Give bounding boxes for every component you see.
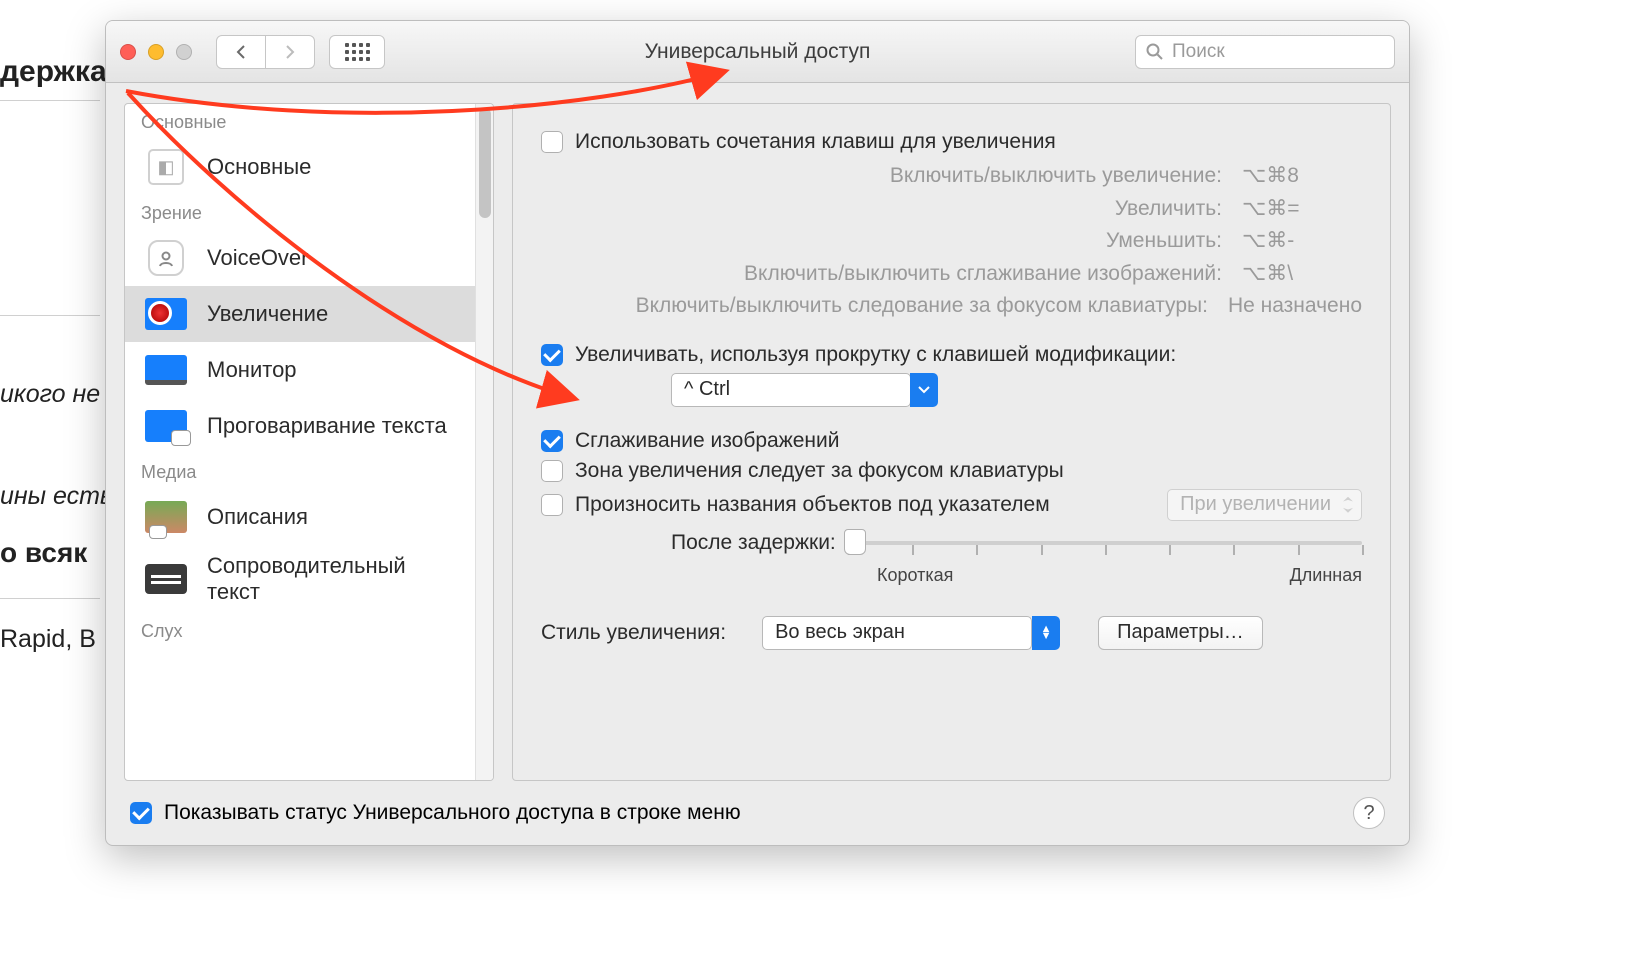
search-icon bbox=[1146, 43, 1164, 61]
sidebar-scrollbar[interactable] bbox=[475, 104, 493, 780]
show-status-label: Показывать статус Универсального доступа… bbox=[164, 801, 741, 825]
background-divider bbox=[0, 315, 100, 316]
smooth-images-label: Сглаживание изображений bbox=[575, 429, 840, 453]
window-title: Универсальный доступ bbox=[645, 40, 871, 64]
nav-buttons bbox=[216, 35, 315, 69]
show-status-checkbox[interactable] bbox=[130, 802, 152, 824]
background-text: Rapid, B bbox=[0, 625, 96, 654]
zoom-style-value: Во весь экран bbox=[775, 621, 905, 644]
delay-label: После задержки: bbox=[671, 531, 836, 555]
captions-icon bbox=[141, 559, 191, 599]
forward-button[interactable] bbox=[265, 35, 315, 69]
window-toolbar: Универсальный доступ Поиск bbox=[106, 21, 1409, 83]
options-button[interactable]: Параметры… bbox=[1098, 616, 1263, 650]
sidebar-item-label: Проговаривание текста bbox=[207, 413, 447, 439]
window-controls bbox=[120, 44, 192, 60]
kb-label: Включить/выключить увеличение: bbox=[541, 160, 1222, 193]
sidebar-category-general: Основные bbox=[125, 104, 475, 139]
sidebar-item-label: Увеличение bbox=[207, 301, 328, 327]
kb-shortcut: Не назначено bbox=[1208, 290, 1362, 323]
scroll-zoom-label: Увеличивать, используя прокрутку с клави… bbox=[575, 343, 1176, 367]
zoom-style-dropdown-button[interactable]: ▲▼ bbox=[1032, 616, 1060, 650]
close-window-button[interactable] bbox=[120, 44, 136, 60]
zoom-icon bbox=[141, 294, 191, 334]
kb-shortcut: ⌥⌘8 bbox=[1222, 160, 1362, 193]
kb-label: Уменьшить: bbox=[541, 225, 1222, 258]
search-field[interactable]: Поиск bbox=[1135, 35, 1395, 69]
modifier-key-value: ^ Ctrl bbox=[684, 378, 730, 401]
background-text: о всяк bbox=[0, 537, 87, 569]
help-button[interactable]: ? bbox=[1353, 797, 1385, 829]
sidebar-item-label: Монитор bbox=[207, 357, 297, 383]
preferences-window: Универсальный доступ Поиск Основные ◧ Ос… bbox=[105, 20, 1410, 846]
use-shortcuts-label: Использовать сочетания клавиш для увелич… bbox=[575, 130, 1056, 154]
speak-when-value: При увеличении bbox=[1180, 493, 1331, 516]
zoom-style-select[interactable]: Во весь экран bbox=[762, 616, 1032, 650]
sidebar-item-label: Описания bbox=[207, 504, 308, 530]
kb-label: Включить/выключить сглаживание изображен… bbox=[541, 258, 1222, 291]
kb-shortcut: ⌥⌘= bbox=[1222, 193, 1362, 226]
background-text: икого не bbox=[0, 380, 100, 409]
descriptions-icon bbox=[141, 497, 191, 537]
sidebar-item-label: Сопроводительный текст bbox=[207, 553, 459, 605]
kb-shortcut: ⌥⌘- bbox=[1222, 225, 1362, 258]
settings-panel: Использовать сочетания клавиш для увелич… bbox=[512, 103, 1391, 781]
modifier-key-dropdown-button[interactable] bbox=[910, 373, 938, 407]
follow-focus-checkbox[interactable] bbox=[541, 460, 563, 482]
kb-shortcut: ⌥⌘\ bbox=[1222, 258, 1362, 291]
display-icon bbox=[141, 350, 191, 390]
delay-slider[interactable] bbox=[848, 527, 1362, 559]
background-divider bbox=[0, 100, 100, 101]
voiceover-icon bbox=[141, 238, 191, 278]
sidebar-category-media: Медиа bbox=[125, 454, 475, 489]
scroll-zoom-checkbox[interactable] bbox=[541, 344, 563, 366]
sidebar-item-label: Основные bbox=[207, 154, 311, 180]
minimize-window-button[interactable] bbox=[148, 44, 164, 60]
sidebar-item-captions[interactable]: Сопроводительный текст bbox=[125, 545, 475, 613]
window-footer: Показывать статус Универсального доступа… bbox=[106, 781, 1409, 845]
zoom-style-label: Стиль увеличения: bbox=[541, 621, 726, 645]
options-button-label: Параметры… bbox=[1117, 621, 1244, 644]
background-text: держка bbox=[0, 55, 107, 89]
sidebar-item-zoom[interactable]: Увеличение bbox=[125, 286, 475, 342]
sidebar-category-vision: Зрение bbox=[125, 195, 475, 230]
sidebar-item-descriptions[interactable]: Описания bbox=[125, 489, 475, 545]
modifier-key-select[interactable]: ^ Ctrl bbox=[671, 373, 911, 407]
speak-when-select[interactable]: При увеличении bbox=[1167, 489, 1362, 521]
scrollbar-thumb[interactable] bbox=[479, 108, 491, 218]
kb-label: Включить/выключить следование за фокусом… bbox=[541, 290, 1208, 323]
sidebar-item-label: VoiceOver bbox=[207, 245, 309, 271]
sidebar-item-voiceover[interactable]: VoiceOver bbox=[125, 230, 475, 286]
speak-items-checkbox[interactable] bbox=[541, 494, 563, 516]
slider-min-label: Короткая bbox=[877, 565, 953, 586]
speech-icon bbox=[141, 406, 191, 446]
background-text: ины есть bbox=[0, 482, 113, 511]
sidebar-category-hearing: Слух bbox=[125, 613, 475, 648]
show-all-button[interactable] bbox=[329, 35, 385, 69]
sidebar-item-general[interactable]: ◧ Основные bbox=[125, 139, 475, 195]
smooth-images-checkbox[interactable] bbox=[541, 430, 563, 452]
sidebar-item-display[interactable]: Монитор bbox=[125, 342, 475, 398]
back-button[interactable] bbox=[216, 35, 266, 69]
slider-thumb[interactable] bbox=[844, 529, 866, 555]
follow-focus-label: Зона увеличения следует за фокусом клави… bbox=[575, 459, 1064, 483]
sidebar: Основные ◧ Основные Зрение VoiceOver Уве… bbox=[124, 103, 494, 781]
search-placeholder: Поиск bbox=[1172, 41, 1225, 63]
speak-items-label: Произносить названия объектов под указат… bbox=[575, 493, 1050, 517]
sidebar-item-speech[interactable]: Проговаривание текста bbox=[125, 398, 475, 454]
background-divider bbox=[0, 598, 100, 599]
kb-label: Увеличить: bbox=[541, 193, 1222, 226]
slider-max-label: Длинная bbox=[1290, 565, 1362, 586]
general-icon: ◧ bbox=[141, 147, 191, 187]
use-shortcuts-checkbox[interactable] bbox=[541, 131, 563, 153]
fullscreen-window-button[interactable] bbox=[176, 44, 192, 60]
